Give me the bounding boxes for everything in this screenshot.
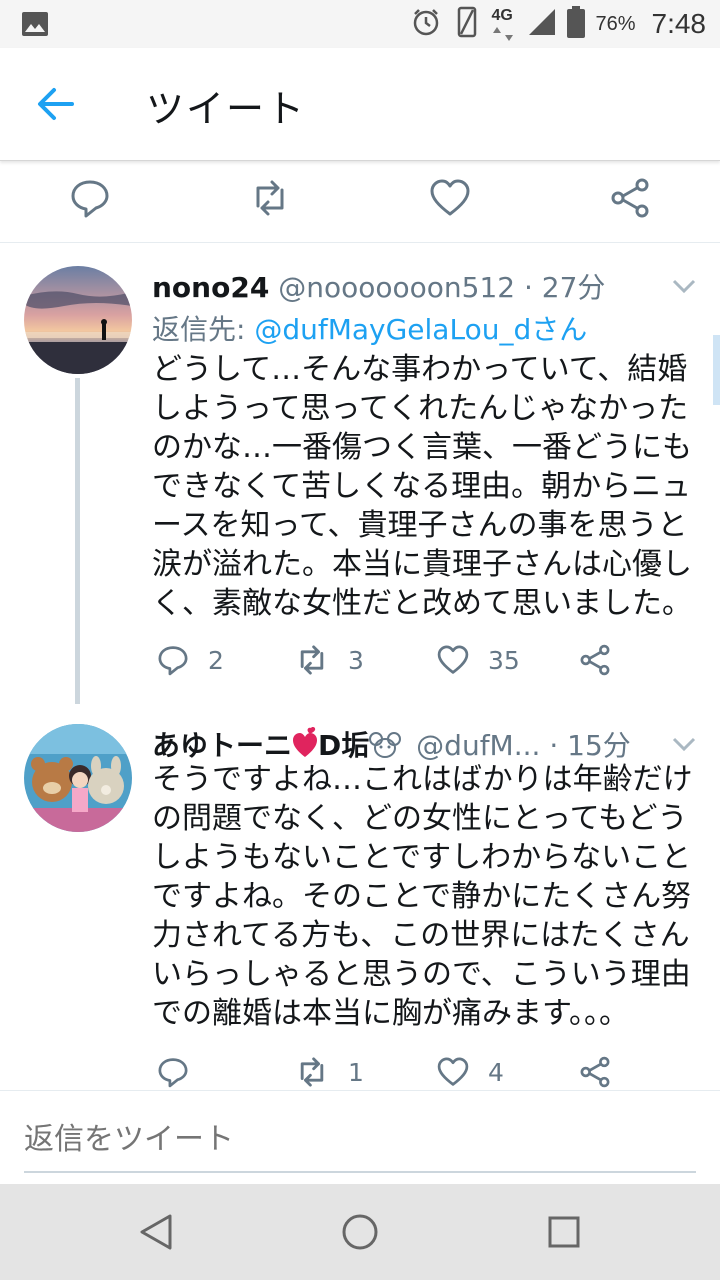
avatar[interactable]	[24, 266, 132, 374]
network-type-label: 4G	[491, 7, 513, 24]
retweet-icon	[300, 1057, 324, 1087]
reply-to-handle[interactable]: @dufMayGelaLou_dさん	[254, 313, 587, 346]
like-count: 35	[488, 645, 520, 675]
retweet-count: 1	[348, 1057, 364, 1087]
reply-composer	[0, 1090, 720, 1183]
chevron-down-icon	[672, 737, 696, 752]
circle-home-icon	[342, 1214, 378, 1250]
thread-line	[75, 378, 80, 704]
gallery-notification-icon	[22, 12, 48, 40]
tweet-actions: 1 4	[152, 1052, 692, 1092]
alarm-icon	[411, 7, 441, 41]
main-tweet-actions	[0, 162, 720, 243]
reply-button[interactable]: 2	[156, 640, 224, 680]
like-button[interactable]: 4	[436, 1052, 504, 1092]
battery-percent: 76%	[595, 12, 636, 35]
chevron-down-icon	[672, 279, 696, 294]
retweet-button[interactable]: 1	[294, 1052, 364, 1092]
page-title: ツイート	[146, 87, 307, 131]
timestamp[interactable]: 15分	[567, 729, 631, 762]
retweet-button[interactable]: 3	[294, 640, 364, 680]
heart-icon	[437, 645, 469, 674]
reply-icon	[158, 1058, 188, 1088]
app-header: ツイート	[0, 48, 720, 161]
share-button[interactable]	[608, 176, 652, 220]
vibrate-icon	[451, 6, 481, 42]
share-icon	[580, 1056, 610, 1088]
reply-count: 2	[208, 645, 224, 675]
mouse-emoji-icon	[369, 729, 407, 762]
display-name[interactable]: あゆトーニ	[152, 729, 292, 762]
reply-input[interactable]	[24, 1119, 696, 1159]
signal-icon	[527, 7, 557, 41]
sunset-beach-avatar-image	[24, 266, 132, 374]
red-heart-emoji-icon	[292, 726, 318, 762]
share-button[interactable]	[578, 640, 612, 680]
like-button[interactable]	[428, 176, 472, 220]
plush-bears-avatar-image	[24, 724, 132, 832]
avatar[interactable]	[24, 724, 132, 832]
share-icon	[580, 644, 610, 676]
tweet-reply[interactable]: nono24 @nooooooon512 · 27分 返信先: @dufMayG…	[0, 244, 720, 704]
nav-back-button[interactable]	[134, 1210, 178, 1254]
separator-dot: ·	[523, 271, 533, 304]
clock: 7:48	[651, 8, 707, 39]
tweet-reply[interactable]: あゆトーニ D垢 @dufM... · 15分 そうですよね…これはばかりは年齢だ…	[0, 704, 720, 1090]
like-button[interactable]: 35	[436, 640, 520, 680]
share-button[interactable]	[578, 1052, 612, 1092]
square-recents-icon	[548, 1216, 580, 1248]
system-nav-bar	[0, 1184, 720, 1280]
retweet-icon	[256, 180, 284, 216]
reply-button[interactable]	[68, 176, 112, 220]
tweet-actions: 2 3 35	[152, 640, 692, 680]
status-bar: 4G 76% 7:48	[0, 0, 720, 48]
share-icon	[611, 178, 649, 218]
retweet-button[interactable]	[248, 176, 292, 220]
reply-to-label: 返信先:	[152, 313, 255, 346]
heart-icon	[437, 1057, 469, 1086]
back-arrow-icon	[38, 88, 74, 120]
display-name-suffix: D垢	[318, 729, 370, 762]
tweet-text: どうして…そんな事わかっていて、結婚しようって思ってくれたんじゃなかったのかな……	[152, 352, 692, 621]
timestamp[interactable]: 27分	[542, 271, 606, 304]
display-name[interactable]: nono24	[152, 271, 269, 304]
nav-recents-button[interactable]	[542, 1210, 586, 1254]
triangle-back-icon	[140, 1214, 172, 1250]
heart-icon	[430, 179, 470, 216]
input-underline	[24, 1171, 696, 1173]
tweet-menu-button[interactable]	[670, 276, 698, 296]
retweet-icon	[300, 645, 324, 675]
tweet-menu-button[interactable]	[670, 734, 698, 754]
reply-icon	[158, 646, 188, 676]
separator-dot: ·	[549, 729, 559, 762]
user-handle[interactable]: @nooooooon512	[278, 271, 515, 304]
like-count: 4	[488, 1057, 504, 1087]
tweet-text: そうですよね…これはばかりは年齢だけの問題でなく、どの女性にとってもどうしようも…	[152, 762, 693, 1031]
network-type-icon: 4G	[491, 7, 517, 41]
back-button[interactable]	[30, 78, 82, 130]
battery-icon	[567, 6, 586, 42]
reply-icon	[71, 180, 109, 218]
user-handle[interactable]: @dufM...	[416, 729, 540, 762]
retweet-count: 3	[348, 645, 364, 675]
reply-button[interactable]	[156, 1052, 190, 1092]
nav-home-button[interactable]	[338, 1210, 382, 1254]
